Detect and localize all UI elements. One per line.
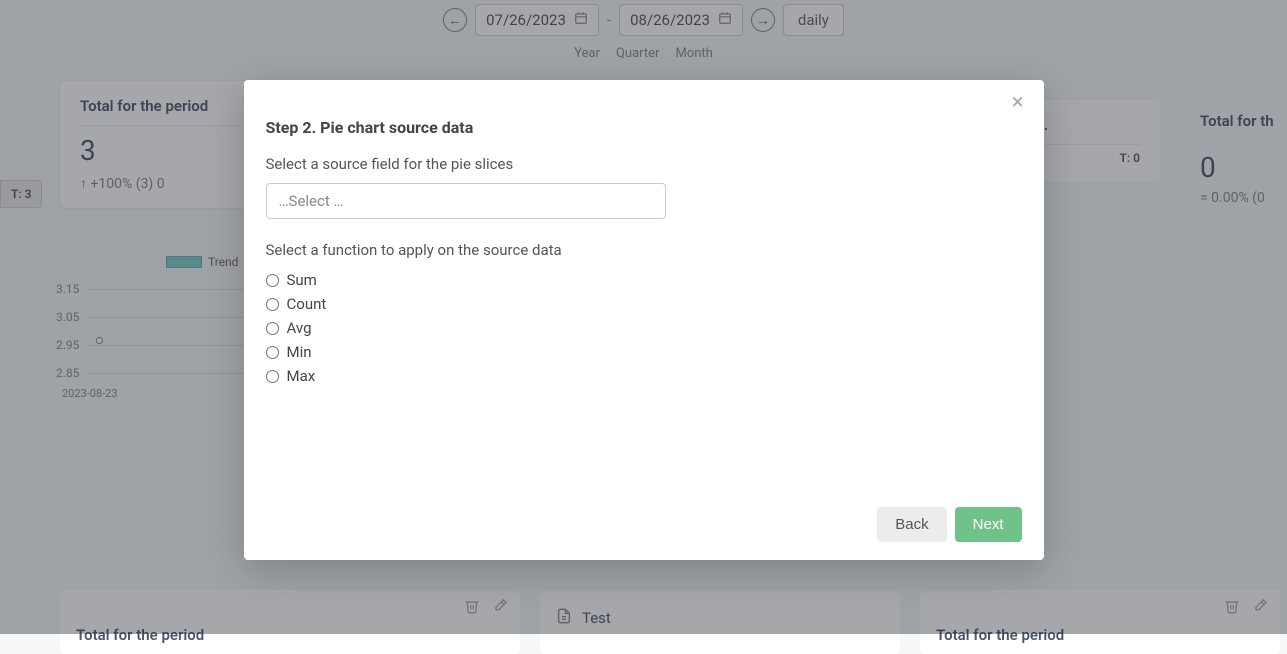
radio-label: Avg bbox=[287, 319, 312, 337]
radio-input[interactable] bbox=[266, 346, 279, 359]
source-field-label: Select a source field for the pie slices bbox=[266, 155, 1022, 173]
modal-footer: Back Next bbox=[266, 491, 1022, 542]
function-radio-group: Sum Count Avg Min Max bbox=[266, 271, 1022, 385]
radio-input[interactable] bbox=[266, 370, 279, 383]
radio-input[interactable] bbox=[266, 298, 279, 311]
radio-label: Max bbox=[287, 367, 316, 385]
select-placeholder: …Select … bbox=[279, 192, 344, 210]
radio-input[interactable] bbox=[266, 322, 279, 335]
back-button[interactable]: Back bbox=[877, 507, 946, 542]
radio-input[interactable] bbox=[266, 274, 279, 287]
radio-count[interactable]: Count bbox=[266, 295, 1022, 313]
radio-sum[interactable]: Sum bbox=[266, 271, 1022, 289]
radio-label: Sum bbox=[287, 271, 317, 289]
pie-chart-wizard-modal: × Step 2. Pie chart source data Select a… bbox=[244, 80, 1044, 560]
next-button[interactable]: Next bbox=[955, 507, 1022, 542]
source-field-select[interactable]: …Select … bbox=[266, 183, 666, 219]
radio-label: Min bbox=[287, 343, 312, 361]
close-icon: × bbox=[1012, 90, 1024, 115]
modal-title: Step 2. Pie chart source data bbox=[266, 118, 1022, 137]
radio-label: Count bbox=[287, 295, 327, 313]
function-label: Select a function to apply on the source… bbox=[266, 241, 1022, 259]
radio-avg[interactable]: Avg bbox=[266, 319, 1022, 337]
radio-min[interactable]: Min bbox=[266, 343, 1022, 361]
modal-overlay: × Step 2. Pie chart source data Select a… bbox=[0, 0, 1287, 634]
close-button[interactable]: × bbox=[1006, 90, 1030, 116]
radio-max[interactable]: Max bbox=[266, 367, 1022, 385]
